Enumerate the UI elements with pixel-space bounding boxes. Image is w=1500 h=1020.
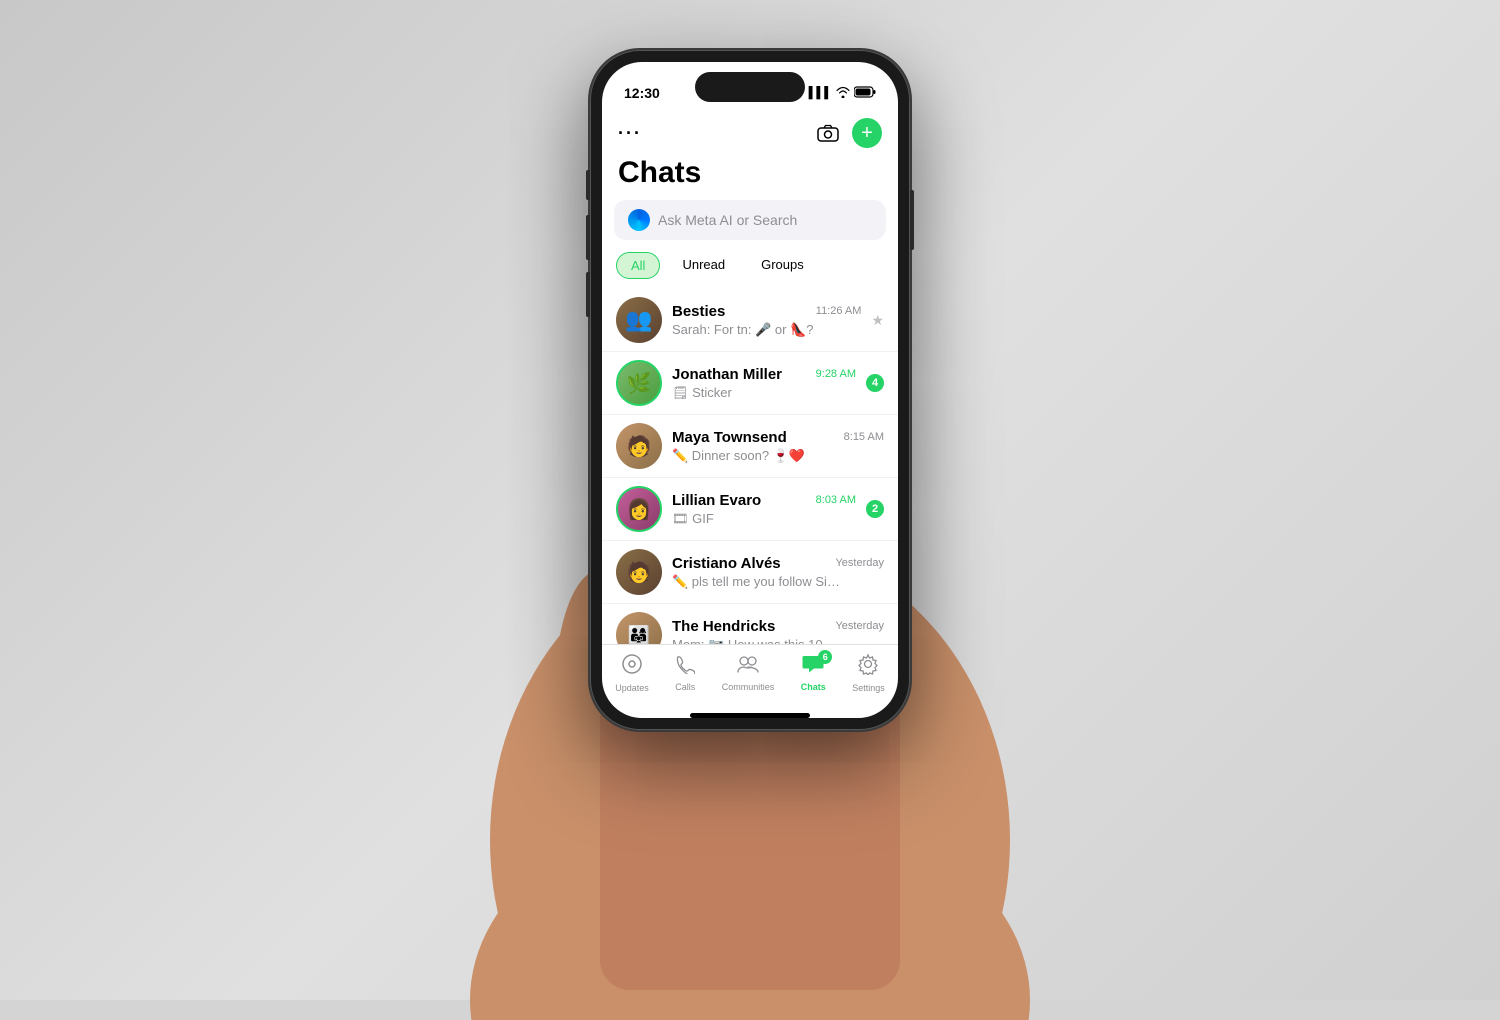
- updates-label: Updates: [615, 683, 649, 693]
- chat-list: 👥 Besties 11:26 AM Sarah: For tn: 🎤 or 👠…: [602, 289, 898, 644]
- chat-meta-lillian: 2: [866, 500, 884, 518]
- more-options-dots[interactable]: ···: [618, 123, 642, 144]
- chat-meta-jonathan: 4: [866, 374, 884, 392]
- signal-icon: ▌▌▌: [809, 87, 832, 99]
- page-title: Chats: [602, 156, 898, 200]
- starred-icon-besties: ★: [871, 312, 884, 329]
- settings-icon: [857, 653, 879, 681]
- chat-preview-jonathan: 🗒 Sticker: [672, 385, 842, 401]
- chat-content-jonathan: Jonathan Miller 9:28 AM 🗒 Sticker: [672, 366, 856, 401]
- avatar-besties: 👥: [616, 297, 662, 343]
- chat-meta-besties: ★: [871, 312, 884, 329]
- avatar-jonathan: 🌿: [616, 360, 662, 406]
- chat-time-jonathan: 9:28 AM: [816, 368, 856, 380]
- chat-time-besties: 11:26 AM: [816, 305, 862, 317]
- chat-content-lillian: Lillian Evaro 8:03 AM 🎞 GIF: [672, 492, 856, 527]
- chat-time-lillian: 8:03 AM: [816, 494, 856, 506]
- dynamic-island: [695, 72, 805, 102]
- meta-ai-icon: [628, 209, 650, 231]
- chat-content-cristiano: Cristiano Alvés Yesterday ✏️ pls tell me…: [672, 555, 884, 590]
- phone-screen: 12:30 ▌▌▌: [602, 62, 898, 718]
- chat-preview-maya: ✏️ Dinner soon? 🍷❤️: [672, 448, 842, 464]
- chat-name-hendricks: The Hendricks: [672, 618, 775, 635]
- chat-name-besties: Besties: [672, 303, 725, 320]
- nav-chats[interactable]: 6 Chats: [801, 654, 826, 692]
- filter-tabs: All Unread Groups: [602, 252, 898, 289]
- phone-shell: 12:30 ▌▌▌: [590, 50, 910, 730]
- camera-button[interactable]: [814, 119, 842, 147]
- chat-item-lillian[interactable]: 👩 Lillian Evaro 8:03 AM 🎞 GIF 2: [602, 478, 898, 541]
- chat-time-maya: 8:15 AM: [844, 431, 884, 443]
- chat-name-cristiano: Cristiano Alvés: [672, 555, 781, 572]
- chat-name-lillian: Lillian Evaro: [672, 492, 761, 509]
- search-placeholder: Ask Meta AI or Search: [658, 212, 797, 228]
- unread-badge-lillian: 2: [866, 500, 884, 518]
- chat-preview-hendricks: Mom: 📷 How was this 10 yrs ago??: [672, 637, 842, 645]
- chats-label: Chats: [801, 682, 826, 692]
- unread-badge-jonathan: 4: [866, 374, 884, 392]
- nav-settings[interactable]: Settings: [852, 653, 885, 693]
- chats-badge: 6: [818, 650, 832, 664]
- tab-groups[interactable]: Groups: [747, 252, 818, 279]
- calls-label: Calls: [675, 682, 695, 692]
- search-bar[interactable]: Ask Meta AI or Search: [614, 200, 886, 240]
- chat-item-hendricks[interactable]: 👨‍👩‍👧 The Hendricks Yesterday Mom: 📷 How…: [602, 604, 898, 644]
- avatar-hendricks: 👨‍👩‍👧: [616, 612, 662, 644]
- chat-name-jonathan: Jonathan Miller: [672, 366, 782, 383]
- updates-icon: [621, 653, 643, 681]
- battery-icon: [854, 86, 876, 101]
- chat-content-maya: Maya Townsend 8:15 AM ✏️ Dinner soon? 🍷❤…: [672, 429, 884, 464]
- calls-icon: [675, 654, 695, 680]
- avatar-cristiano: 🧑: [616, 549, 662, 595]
- chat-preview-cristiano: ✏️ pls tell me you follow SingleCatClub …: [672, 574, 842, 590]
- tab-unread[interactable]: Unread: [668, 252, 739, 279]
- avatar-lillian: 👩: [616, 486, 662, 532]
- power-button: [910, 190, 914, 250]
- chat-name-maya: Maya Townsend: [672, 429, 787, 446]
- nav-calls[interactable]: Calls: [675, 654, 695, 692]
- status-time: 12:30: [624, 85, 660, 101]
- avatar-maya: 🧑: [616, 423, 662, 469]
- chat-item-cristiano[interactable]: 🧑 Cristiano Alvés Yesterday ✏️ pls tell …: [602, 541, 898, 604]
- nav-communities[interactable]: Communities: [722, 654, 775, 692]
- chat-preview-besties: Sarah: For tn: 🎤 or 👠?: [672, 322, 842, 338]
- bottom-nav: Updates Calls: [602, 644, 898, 709]
- communities-label: Communities: [722, 682, 775, 692]
- chat-preview-lillian: 🎞 GIF: [672, 511, 842, 527]
- volume-up-button: [586, 215, 590, 260]
- home-indicator: [690, 713, 810, 718]
- scene: 12:30 ▌▌▌: [0, 0, 1500, 1000]
- chat-content-hendricks: The Hendricks Yesterday Mom: 📷 How was t…: [672, 618, 884, 645]
- top-bar: ··· +: [602, 114, 898, 156]
- chat-item-maya[interactable]: 🧑 Maya Townsend 8:15 AM ✏️ Dinner soon? …: [602, 415, 898, 478]
- settings-label: Settings: [852, 683, 885, 693]
- chat-item-besties[interactable]: 👥 Besties 11:26 AM Sarah: For tn: 🎤 or 👠…: [602, 289, 898, 352]
- communities-icon: [737, 654, 759, 680]
- chat-content-besties: Besties 11:26 AM Sarah: For tn: 🎤 or 👠?: [672, 303, 861, 338]
- chat-item-jonathan[interactable]: 🌿 Jonathan Miller 9:28 AM 🗒 Sticker 4: [602, 352, 898, 415]
- silent-button: [586, 170, 590, 200]
- volume-down-button: [586, 272, 590, 317]
- tab-all[interactable]: All: [616, 252, 660, 279]
- new-chat-button[interactable]: +: [852, 118, 882, 148]
- wifi-icon: [836, 86, 850, 101]
- nav-updates[interactable]: Updates: [615, 653, 649, 693]
- chat-time-hendricks: Yesterday: [835, 620, 884, 632]
- status-icons: ▌▌▌: [809, 86, 876, 101]
- chat-time-cristiano: Yesterday: [835, 557, 884, 569]
- top-bar-action-icons: +: [814, 118, 882, 148]
